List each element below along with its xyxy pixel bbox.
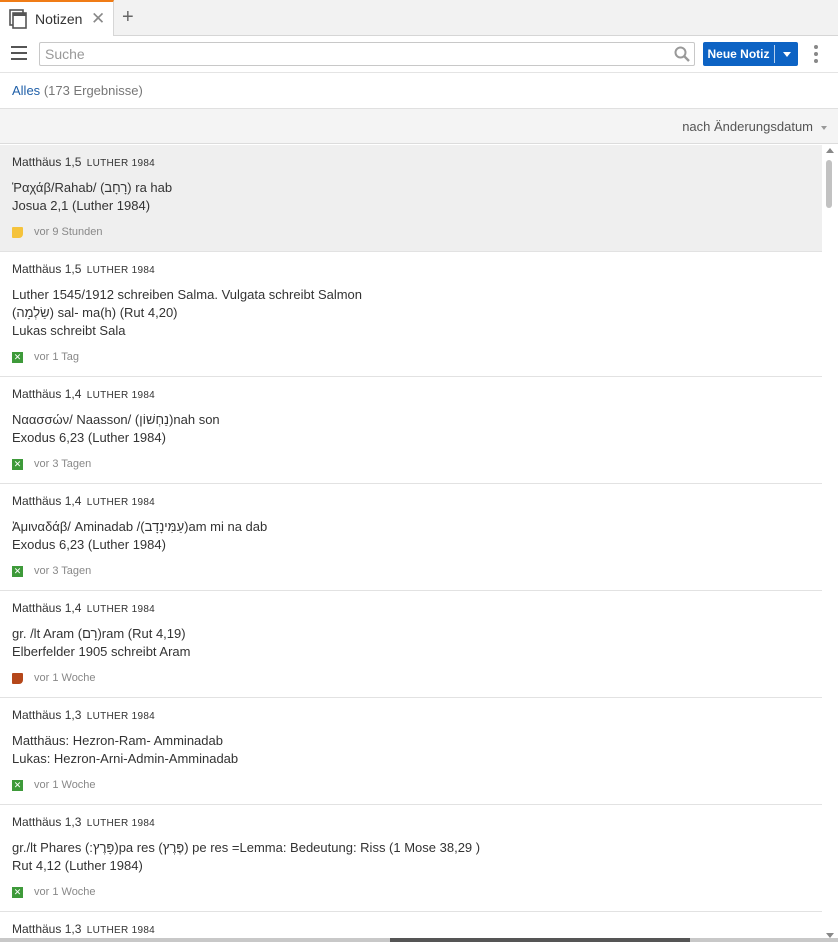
note-text-line: Ναασσών/ Naasson/ (נַחְשׁוֹן)nah son bbox=[12, 412, 220, 427]
green-x-marker-icon: ✕ bbox=[12, 780, 23, 791]
note-timestamp: vor 3 Tagen bbox=[34, 565, 92, 577]
note-text-line: Elberfelder 1905 schreibt Aram bbox=[12, 644, 191, 659]
new-note-dropdown-caret-icon[interactable] bbox=[775, 42, 798, 66]
bible-version-label: LUTHER 1984 bbox=[86, 925, 156, 936]
chevron-down-icon bbox=[821, 125, 827, 130]
note-text-line: Ἀμιναδάβ/ Aminadab /(עַמִּינָדָב)am mi n… bbox=[12, 519, 268, 534]
hamburger-menu-icon[interactable] bbox=[11, 46, 27, 60]
notes-icon bbox=[9, 9, 27, 29]
note-text-line: Ῥαχάβ/Rahab/ (רָחָב) ra hab bbox=[12, 180, 173, 195]
note-timestamp: vor 1 Woche bbox=[34, 779, 96, 791]
add-tab-icon[interactable]: + bbox=[122, 6, 134, 29]
search-icon[interactable] bbox=[674, 46, 690, 62]
vertical-scrollbar[interactable] bbox=[822, 145, 838, 942]
yellow-note-marker-icon bbox=[12, 227, 23, 238]
note-timestamp: vor 3 Tagen bbox=[34, 458, 92, 470]
note-text-line: Lukas schreibt Sala bbox=[12, 323, 126, 338]
horizontal-scrollbar[interactable] bbox=[0, 938, 838, 942]
new-note-button[interactable]: Neue Notiz bbox=[703, 42, 774, 66]
note-item[interactable]: Matthäus 1,4 LUTHER 1984 gr. /lt Aram (רָ… bbox=[0, 591, 822, 698]
note-item[interactable]: Matthäus 1,4 LUTHER 1984 Ναασσών/ Naasson… bbox=[0, 377, 822, 484]
bible-version-label: LUTHER 1984 bbox=[86, 158, 156, 169]
note-reference[interactable]: Matthäus 1,5 LUTHER 1984 bbox=[12, 262, 810, 276]
note-footer: ✕ vor 1 Woche bbox=[12, 875, 810, 911]
tab-title: Notizen bbox=[35, 11, 83, 27]
tab-bar: Notizen ✕ + bbox=[0, 0, 838, 36]
note-footer: vor 9 Stunden bbox=[12, 215, 810, 251]
filter-all-link[interactable]: Alles bbox=[12, 83, 40, 98]
note-item[interactable]: Matthäus 1,3 LUTHER 1984 Matthäus: Hezron… bbox=[0, 698, 822, 805]
note-text-line: gr./lt Phares (:פָּרֶץ)pa res (פֶּרֶץ) p… bbox=[12, 840, 481, 855]
note-reference-text: Matthäus 1,4 bbox=[12, 387, 82, 401]
note-reference[interactable]: Matthäus 1,4 LUTHER 1984 bbox=[12, 601, 810, 615]
green-x-marker-icon: ✕ bbox=[12, 459, 23, 470]
note-reference-text: Matthäus 1,3 bbox=[12, 922, 82, 936]
bible-version-label: LUTHER 1984 bbox=[86, 818, 156, 829]
note-reference[interactable]: Matthäus 1,4 LUTHER 1984 bbox=[12, 387, 810, 401]
bible-version-label: LUTHER 1984 bbox=[86, 265, 156, 276]
note-text-line: Luther 1545/1912 schreiben Salma. Vulgat… bbox=[12, 287, 363, 302]
filter-row: Alles (173 Ergebnisse) bbox=[0, 72, 838, 108]
tab-notes[interactable]: Notizen ✕ bbox=[0, 0, 114, 36]
bible-version-label: LUTHER 1984 bbox=[86, 390, 156, 401]
note-footer: ✕ vor 3 Tagen bbox=[12, 554, 810, 590]
note-reference[interactable]: Matthäus 1,3 LUTHER 1984 bbox=[12, 708, 810, 722]
note-text-line: Matthäus: Hezron-Ram- Amminadab bbox=[12, 733, 223, 748]
horizontal-scroll-thumb[interactable] bbox=[390, 938, 690, 942]
green-x-marker-icon: ✕ bbox=[12, 887, 23, 898]
sort-label: nach Änderungsdatum bbox=[682, 119, 813, 134]
note-reference[interactable]: Matthäus 1,5 LUTHER 1984 bbox=[12, 155, 810, 169]
note-footer: ✕ vor 3 Tagen bbox=[12, 447, 810, 483]
new-note-button-group: Neue Notiz bbox=[703, 42, 798, 66]
note-reference-text: Matthäus 1,3 bbox=[12, 708, 82, 722]
note-text-line: Lukas: Hezron-Arni-Admin-Amminadab bbox=[12, 751, 239, 766]
note-timestamp: vor 1 Woche bbox=[34, 886, 96, 898]
search-input[interactable] bbox=[40, 43, 660, 65]
bible-version-label: LUTHER 1984 bbox=[86, 604, 156, 615]
bible-version-label: LUTHER 1984 bbox=[86, 497, 156, 508]
note-reference-text: Matthäus 1,3 bbox=[12, 815, 82, 829]
note-text-line: Rut 4,12 (Luther 1984) bbox=[12, 858, 143, 873]
more-options-icon[interactable] bbox=[814, 45, 820, 63]
note-reference-text: Matthäus 1,4 bbox=[12, 494, 82, 508]
note-text-line: gr. /lt Aram (רָם)ram (Rut 4,19) bbox=[12, 626, 186, 641]
note-text-line: Exodus 6,23 (Luther 1984) bbox=[12, 537, 166, 552]
note-reference-text: Matthäus 1,4 bbox=[12, 601, 82, 615]
note-timestamp: vor 9 Stunden bbox=[34, 226, 103, 238]
note-reference-text: Matthäus 1,5 bbox=[12, 262, 82, 276]
note-reference[interactable]: Matthäus 1,4 LUTHER 1984 bbox=[12, 494, 810, 508]
scroll-thumb[interactable] bbox=[826, 160, 832, 208]
brown-note-marker-icon bbox=[12, 673, 23, 684]
note-timestamp: vor 1 Woche bbox=[34, 672, 96, 684]
bible-version-label: LUTHER 1984 bbox=[86, 711, 156, 722]
note-text-line: Josua 2,1 (Luther 1984) bbox=[12, 198, 151, 213]
toolbar: Neue Notiz bbox=[0, 36, 838, 72]
note-text-line: (שַׂלְמָה) sal- ma(h) (Rut 4,20) bbox=[12, 305, 178, 320]
note-footer: ✕ vor 1 Tag bbox=[12, 340, 810, 376]
close-icon[interactable]: ✕ bbox=[91, 9, 105, 29]
notes-list: Matthäus 1,5 LUTHER 1984 Ῥαχάβ/Rahab/ (רָ… bbox=[0, 145, 822, 942]
sort-row: nach Änderungsdatum bbox=[0, 108, 838, 144]
scroll-up-arrow-icon[interactable] bbox=[826, 148, 834, 153]
green-x-marker-icon: ✕ bbox=[12, 352, 23, 363]
note-footer: vor 1 Woche bbox=[12, 661, 810, 697]
result-count: (173 Ergebnisse) bbox=[43, 83, 143, 98]
note-item[interactable]: Matthäus 1,5 LUTHER 1984 Luther 1545/1912… bbox=[0, 252, 822, 377]
note-reference[interactable]: Matthäus 1,3 LUTHER 1984 bbox=[12, 815, 810, 829]
note-reference[interactable]: Matthäus 1,3 LUTHER 1984 bbox=[12, 922, 810, 936]
note-timestamp: vor 1 Tag bbox=[34, 351, 80, 363]
note-item[interactable]: Matthäus 1,4 LUTHER 1984 Ἀμιναδάβ/ Aminad… bbox=[0, 484, 822, 591]
note-reference-text: Matthäus 1,5 bbox=[12, 155, 82, 169]
green-x-marker-icon: ✕ bbox=[12, 566, 23, 577]
search-box bbox=[39, 42, 695, 66]
note-item[interactable]: Matthäus 1,3 LUTHER 1984 gr./lt Phares (:… bbox=[0, 805, 822, 912]
note-footer: ✕ vor 1 Woche bbox=[12, 768, 810, 804]
note-text-line: Exodus 6,23 (Luther 1984) bbox=[12, 430, 166, 445]
note-item[interactable]: Matthäus 1,5 LUTHER 1984 Ῥαχάβ/Rahab/ (רָ… bbox=[0, 145, 822, 252]
sort-dropdown[interactable]: nach Änderungsdatum bbox=[682, 119, 827, 134]
